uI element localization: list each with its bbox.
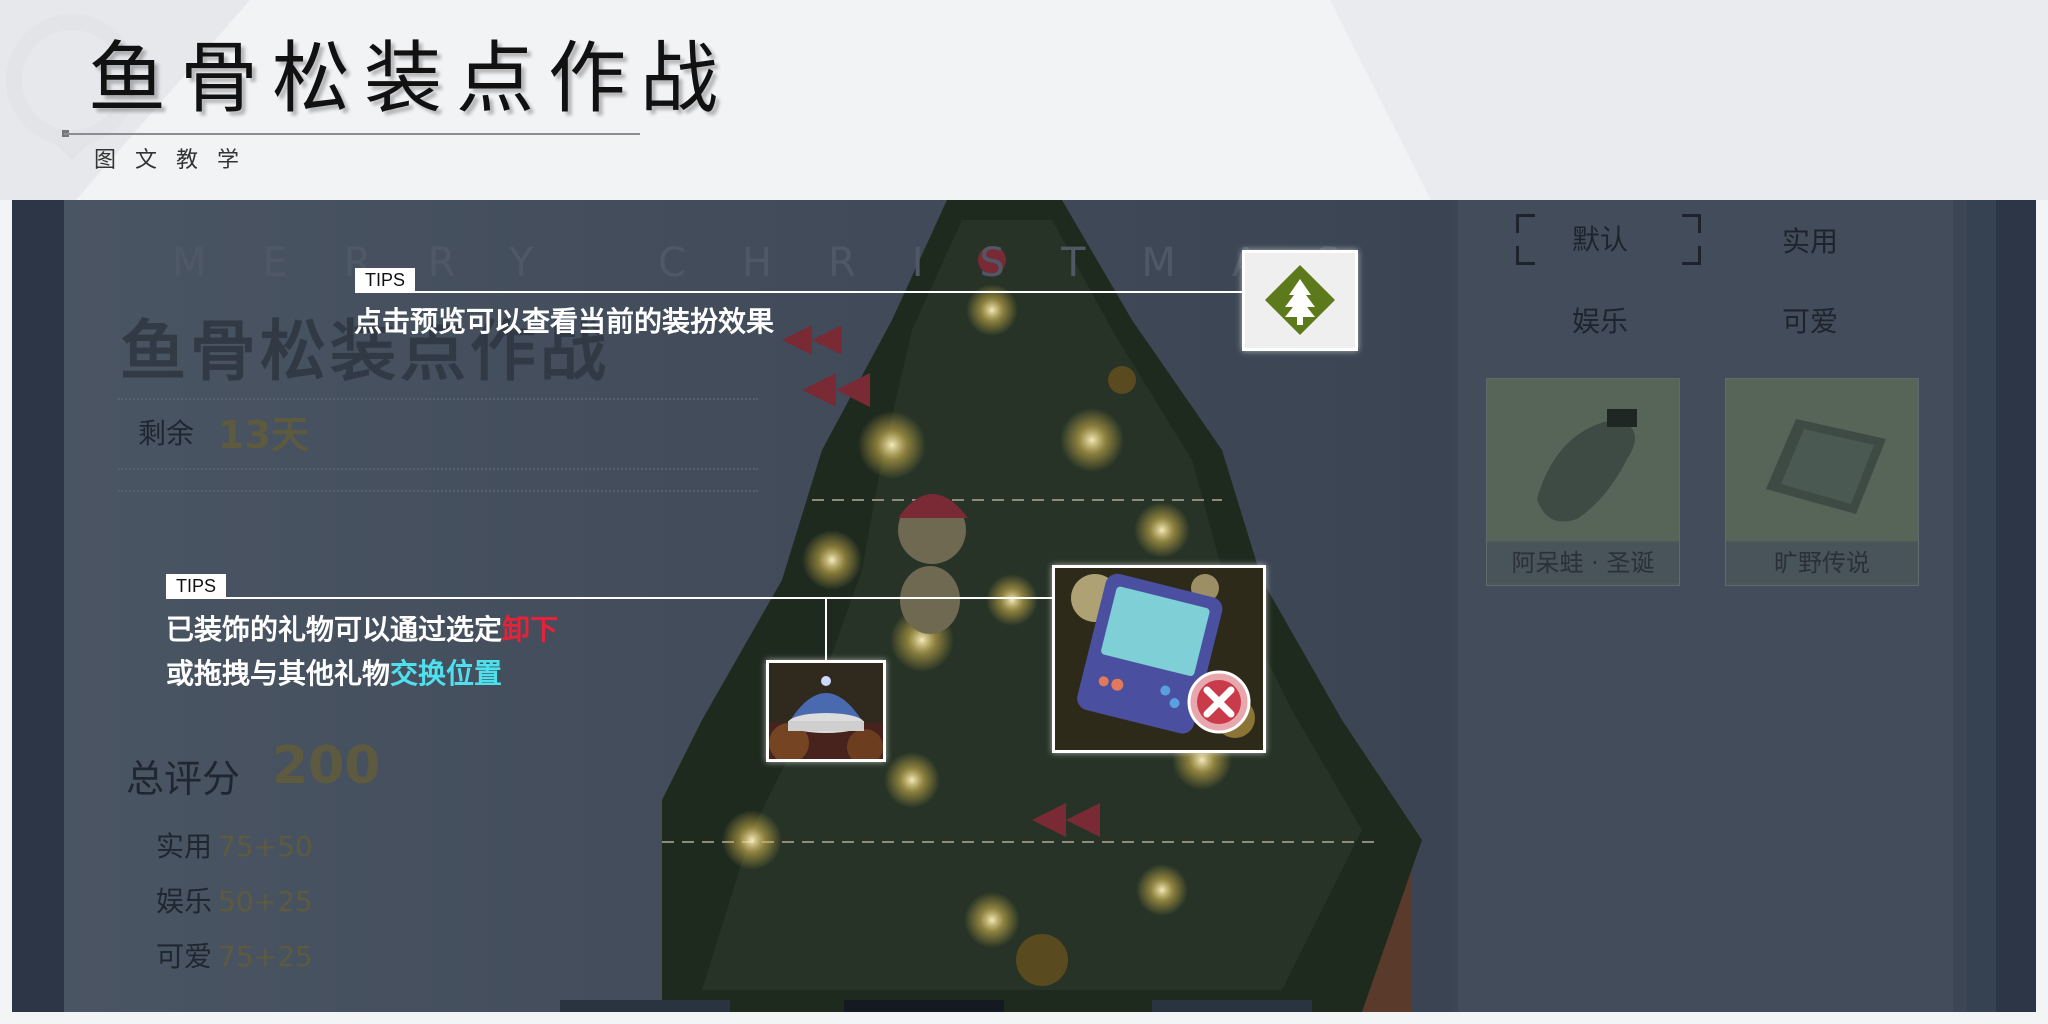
right-edge: [1996, 200, 2036, 1012]
header: 鱼骨松装点作战 图文教学: [0, 0, 2048, 200]
stat-label: 实用: [156, 830, 213, 863]
remaining-value: 13天: [218, 413, 309, 457]
tab-practical[interactable]: 实用: [1782, 220, 1838, 260]
total-score-value: 200: [272, 736, 381, 796]
frog-plush-icon: [1487, 379, 1679, 541]
bottom-button[interactable]: [560, 1000, 730, 1012]
book-icon: [1726, 379, 1918, 541]
tips-tag: TIPS: [166, 574, 227, 598]
handheld-console-icon: [1055, 568, 1263, 750]
total-score-label: 总评分: [126, 757, 241, 801]
tab-default[interactable]: 默认: [1572, 218, 1628, 258]
game-screenshot: MERRY CHRISTMAS 鱼骨松装点作战 剩余 13天 总评分 200 实…: [12, 200, 2036, 1012]
tab-bracket: [1682, 214, 1701, 233]
bottom-button[interactable]: [844, 1000, 1004, 1012]
header-decor-right: [1330, 0, 2048, 200]
tips-tag: TIPS: [355, 268, 416, 292]
stat-label: 可爱: [156, 940, 213, 973]
tips-text-line2: 或拖拽与其他礼物交换位置: [166, 652, 502, 696]
tips-leader-line: [166, 597, 1054, 599]
divider: [118, 398, 758, 400]
close-circle-icon: [1187, 670, 1251, 734]
tab-bracket: [1516, 214, 1535, 233]
item-panel-inner: [1458, 200, 1953, 1012]
decorated-gift-large[interactable]: [1052, 565, 1266, 753]
stat-fun: 娱乐 50+25: [156, 880, 313, 920]
item-card[interactable]: 旷野传说: [1725, 378, 1919, 586]
tips-highlight-swap: 交换位置: [390, 657, 503, 690]
item-name: 旷野传说: [1726, 543, 1918, 583]
tab-bracket: [1516, 246, 1535, 265]
tips-leader-line: [355, 291, 1243, 293]
stat-practical: 实用 75+50: [156, 825, 313, 865]
bottom-button[interactable]: [1152, 1000, 1312, 1012]
tab-bracket: [1682, 246, 1701, 265]
tree-diamond-icon: [1245, 253, 1355, 348]
title-rule: [64, 133, 640, 135]
page-title: 鱼骨松装点作战: [88, 34, 733, 124]
divider: [118, 468, 758, 470]
tips-text: 或拖拽与其他礼物: [166, 657, 391, 690]
decorated-gift-small[interactable]: [766, 660, 886, 762]
tips-text: 已装饰的礼物可以通过选定: [166, 613, 503, 646]
page-subtitle: 图文教学: [94, 148, 259, 173]
stat-cute: 可爱 75+25: [156, 935, 313, 975]
stat-value: 75+25: [218, 940, 313, 973]
tab-fun[interactable]: 娱乐: [1572, 300, 1628, 340]
item-name: 阿呆蛙 · 圣诞: [1487, 543, 1679, 583]
left-edge: [12, 200, 64, 1012]
hat-ornament-icon: [769, 676, 883, 759]
stat-value: 75+50: [218, 830, 313, 863]
stat-label: 娱乐: [156, 885, 213, 918]
item-card[interactable]: 阿呆蛙 · 圣诞: [1486, 378, 1680, 586]
remaining-label: 剩余: [138, 417, 195, 450]
divider: [118, 490, 758, 492]
tips-highlight-remove: 卸下: [502, 613, 559, 646]
stat-value: 50+25: [218, 885, 313, 918]
preview-button[interactable]: [1242, 250, 1358, 351]
tab-cute[interactable]: 可爱: [1782, 300, 1838, 340]
tips-leader-line: [825, 597, 827, 661]
tips-text-preview: 点击预览可以查看当前的装扮效果: [354, 305, 775, 338]
tips-text-line1: 已装饰的礼物可以通过选定卸下: [166, 608, 558, 652]
